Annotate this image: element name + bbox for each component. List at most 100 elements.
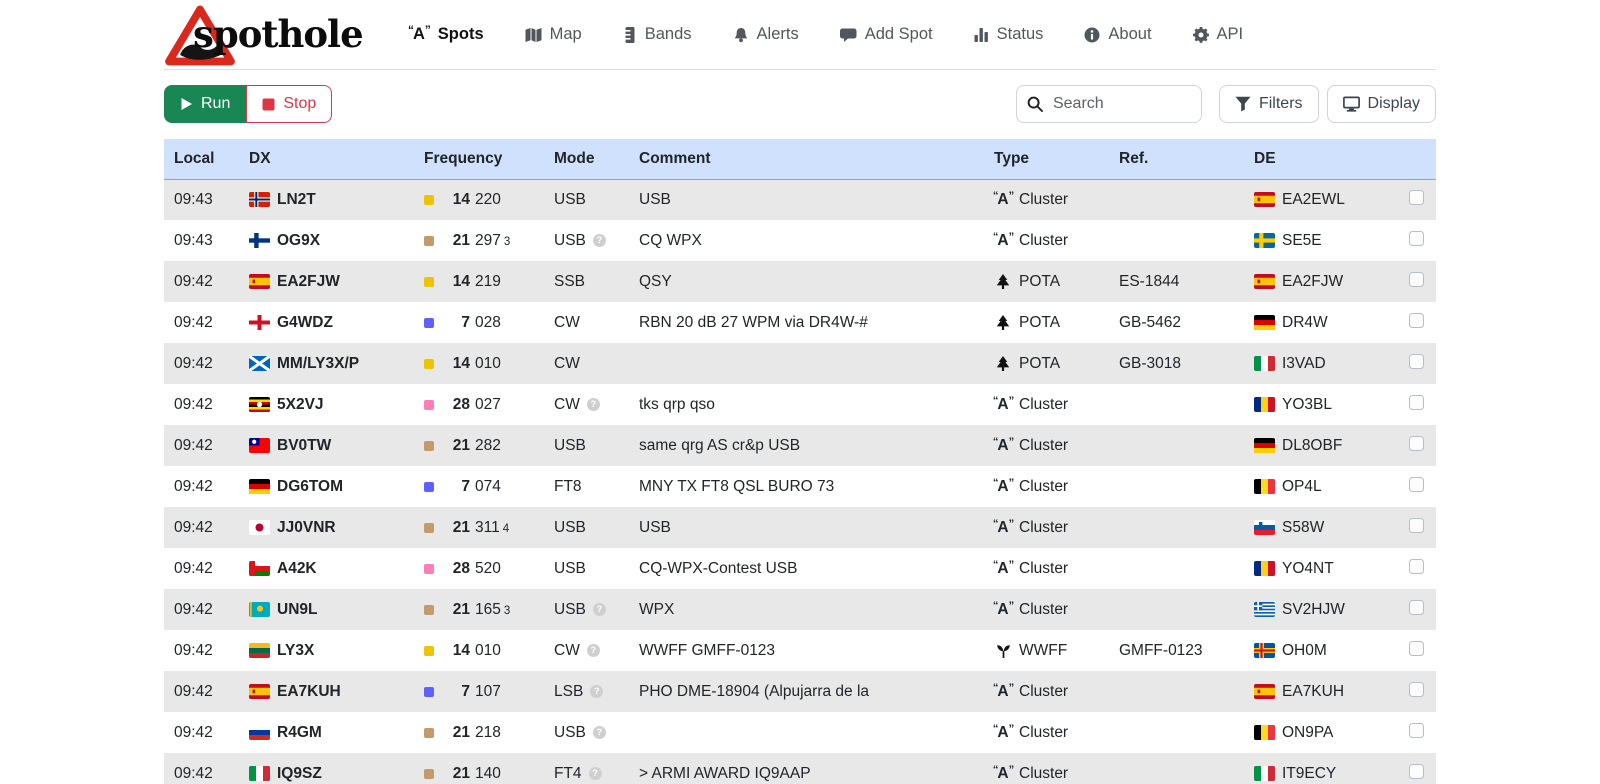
dx-country-flag [249, 643, 270, 658]
dx-callsign-link[interactable]: R4GM [277, 724, 322, 742]
dx-callsign-link[interactable]: DG6TOM [277, 478, 343, 496]
dx-callsign-link[interactable]: EA2FJW [277, 273, 340, 291]
nav-item-bands[interactable]: Bands [623, 25, 692, 44]
table-header-row: Local DX Frequency Mode Comment Type Ref… [164, 139, 1436, 179]
de-callsign-link[interactable]: OP4L [1282, 478, 1322, 496]
band-color-square [424, 646, 434, 656]
de-callsign-link[interactable]: DL8OBF [1282, 437, 1342, 455]
de-country-flag [1254, 274, 1275, 289]
nav-item-map[interactable]: Map [525, 25, 582, 44]
mode-help-icon: ? [593, 603, 606, 616]
de-callsign-link[interactable]: YO4NT [1282, 560, 1334, 578]
dx-callsign-link[interactable]: A42K [277, 560, 317, 578]
local-time: 09:43 [164, 220, 241, 261]
row-checkbox[interactable] [1409, 354, 1424, 369]
table-row: 09:42 G4WDZ 7 028 CW RBN 20 dB 27 WPM vi… [164, 302, 1436, 343]
row-checkbox[interactable] [1409, 641, 1424, 656]
de-callsign-link[interactable]: EA2FJW [1282, 273, 1343, 291]
band-color-square [424, 728, 434, 738]
row-checkbox[interactable] [1409, 272, 1424, 287]
dx-callsign-link[interactable]: OG9X [277, 232, 320, 250]
nav-item-spots[interactable]: “A” Spots [408, 25, 484, 44]
mode-label: USB [554, 560, 586, 578]
nav-item-alerts[interactable]: Alerts [733, 25, 799, 44]
type-label: WWFF [1019, 642, 1067, 660]
local-time: 09:42 [164, 548, 241, 589]
dx-callsign-link[interactable]: LN2T [277, 191, 316, 209]
row-checkbox[interactable] [1409, 723, 1424, 738]
row-checkbox[interactable] [1409, 395, 1424, 410]
de-callsign-link[interactable]: IT9ECY [1282, 765, 1336, 783]
display-button[interactable]: Display [1327, 85, 1436, 123]
nav-label: Add Spot [865, 25, 933, 44]
row-checkbox[interactable] [1409, 313, 1424, 328]
de-callsign-link[interactable]: SV2HJW [1282, 601, 1345, 619]
type-label: Cluster [1019, 519, 1068, 537]
stop-label: Stop [283, 95, 316, 113]
de-callsign-link[interactable]: ON9PA [1282, 724, 1333, 742]
dx-callsign-link[interactable]: G4WDZ [277, 314, 333, 332]
dx-country-flag [249, 684, 270, 699]
nav-item-add-spot[interactable]: Add Spot [840, 25, 933, 44]
de-callsign-link[interactable]: DR4W [1282, 314, 1328, 332]
run-label: Run [201, 95, 230, 113]
de-country-flag [1254, 397, 1275, 412]
reference [1111, 589, 1246, 630]
filters-button[interactable]: Filters [1219, 85, 1319, 123]
spothole-logo[interactable]: spothole [164, 3, 360, 67]
mode-label: LSB [554, 683, 583, 701]
dx-callsign-link[interactable]: UN9L [277, 601, 317, 619]
dx-callsign-link[interactable]: EA7KUH [277, 683, 341, 701]
de-callsign-link[interactable]: EA7KUH [1282, 683, 1344, 701]
nav-item-status[interactable]: Status [974, 25, 1044, 44]
run-button[interactable]: Run [164, 85, 246, 123]
nav-item-api[interactable]: API [1193, 25, 1244, 44]
row-checkbox[interactable] [1409, 600, 1424, 615]
de-callsign-link[interactable]: OH0M [1282, 642, 1327, 660]
frequency-mhz: 28 [443, 396, 470, 414]
spot-comment [631, 343, 986, 384]
table-row: 09:42 EA7KUH 7 107 LSB ? PHO DME-18904 (… [164, 671, 1436, 712]
frequency-mhz: 14 [443, 355, 470, 373]
de-callsign-link[interactable]: EA2EWL [1282, 191, 1345, 209]
row-checkbox[interactable] [1409, 518, 1424, 533]
col-header-ref: Ref. [1111, 139, 1246, 179]
local-time: 09:42 [164, 466, 241, 507]
row-checkbox[interactable] [1409, 764, 1424, 779]
row-checkbox[interactable] [1409, 477, 1424, 492]
de-callsign-link[interactable]: YO3BL [1282, 396, 1332, 414]
mode-help-icon: ? [593, 234, 606, 247]
display-icon [1343, 96, 1360, 112]
stop-button[interactable]: Stop [246, 85, 332, 123]
type-label: POTA [1019, 314, 1060, 332]
frequency-khz: 165 [475, 601, 501, 619]
dx-country-flag [249, 356, 270, 371]
dx-callsign-link[interactable]: BV0TW [277, 437, 331, 455]
dx-callsign-link[interactable]: LY3X [277, 642, 314, 660]
band-color-square [424, 359, 434, 369]
search-input[interactable] [1016, 85, 1202, 123]
de-country-flag [1254, 684, 1275, 699]
row-checkbox[interactable] [1409, 682, 1424, 697]
dx-callsign-link[interactable]: 5X2VJ [277, 396, 324, 414]
de-callsign-link[interactable]: I3VAD [1282, 355, 1326, 373]
tree-icon [994, 356, 1012, 372]
reference [1111, 179, 1246, 220]
antenna-icon: “A” [994, 724, 1012, 742]
row-checkbox[interactable] [1409, 436, 1424, 451]
nav-label: API [1217, 25, 1244, 44]
spots-table: Local DX Frequency Mode Comment Type Ref… [164, 139, 1436, 784]
spot-comment: PHO DME-18904 (Alpujarra de la [631, 671, 986, 712]
de-callsign-link[interactable]: S58W [1282, 519, 1324, 537]
spot-comment: tks qrp qso [631, 384, 986, 425]
dx-callsign-link[interactable]: JJ0VNR [277, 519, 336, 537]
de-callsign-link[interactable]: SE5E [1282, 232, 1322, 250]
row-checkbox[interactable] [1409, 190, 1424, 205]
dx-callsign-link[interactable]: IQ9SZ [277, 765, 322, 783]
dx-country-flag [249, 561, 270, 576]
mode-label: CW [554, 642, 580, 660]
row-checkbox[interactable] [1409, 559, 1424, 574]
row-checkbox[interactable] [1409, 231, 1424, 246]
nav-item-about[interactable]: About [1084, 25, 1151, 44]
dx-callsign-link[interactable]: MM/LY3X/P [277, 355, 359, 373]
